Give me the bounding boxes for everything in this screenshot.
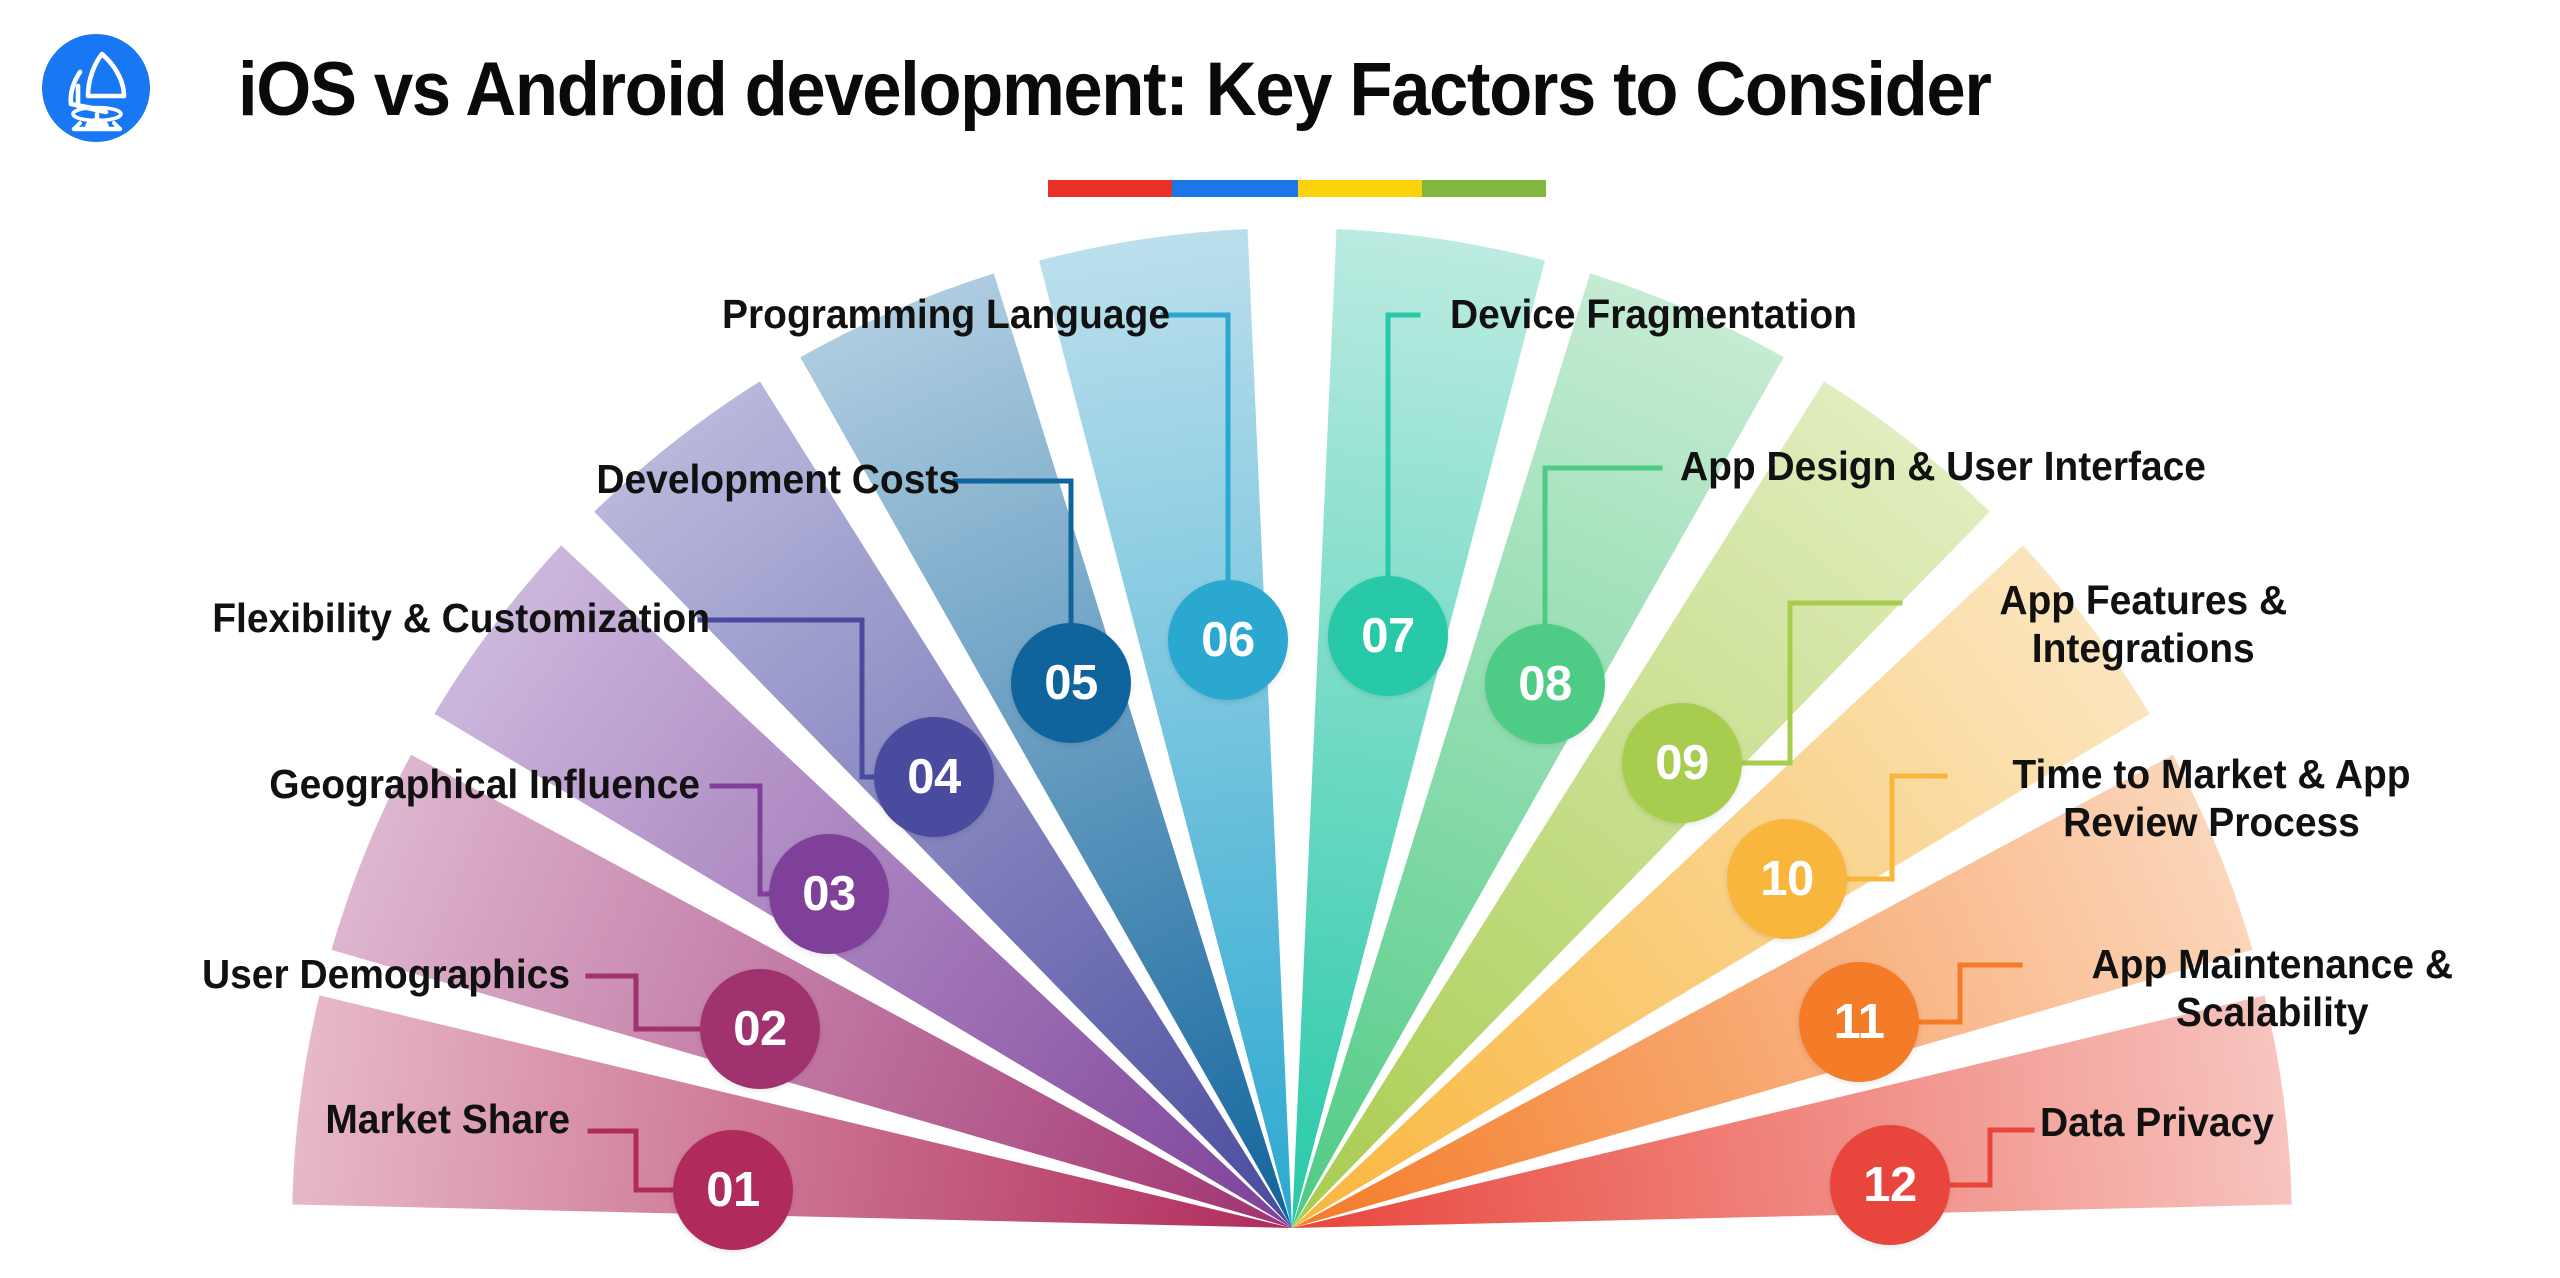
number-circle-02[interactable]: 02	[700, 969, 820, 1089]
number-circle-03[interactable]: 03	[769, 834, 889, 954]
fan-rays	[292, 228, 2292, 1228]
number-circle-08[interactable]: 08	[1485, 624, 1605, 744]
number-circle-07[interactable]: 07	[1328, 576, 1448, 696]
factor-label-03[interactable]: Geographical Influence	[83, 760, 700, 808]
number-circle-12[interactable]: 12	[1830, 1125, 1950, 1245]
factor-label-09[interactable]: App Features & Integrations	[1920, 576, 2367, 672]
number-circle-label: 02	[733, 1002, 787, 1056]
number-circle-label: 09	[1655, 736, 1709, 790]
factor-label-06[interactable]: Programming Language	[467, 290, 1170, 338]
number-circle-06[interactable]: 06	[1168, 580, 1288, 700]
number-circle-04[interactable]: 04	[874, 717, 994, 837]
factor-label-08[interactable]: App Design & User Interface	[1680, 442, 2402, 490]
factor-label-11[interactable]: App Maintenance & Scalability	[2030, 940, 2515, 1036]
number-circle-label: 11	[1833, 995, 1885, 1049]
factor-label-05[interactable]: Development Costs	[352, 455, 960, 503]
factor-label-12[interactable]: Data Privacy	[2040, 1098, 2439, 1146]
factor-label-10[interactable]: Time to Market & App Review Process	[1955, 750, 2468, 846]
number-circle-05[interactable]: 05	[1011, 623, 1131, 743]
number-circle-10[interactable]: 10	[1727, 819, 1847, 939]
number-circle-label: 01	[706, 1163, 760, 1217]
factor-label-01[interactable]: Market Share	[190, 1095, 570, 1143]
factor-label-07[interactable]: Device Fragmentation	[1450, 290, 2115, 338]
number-circle-label: 10	[1760, 852, 1814, 906]
number-circle-label: 05	[1044, 656, 1098, 710]
factor-label-04[interactable]: Flexibility & Customization	[45, 594, 710, 642]
number-circle-11[interactable]: 11	[1799, 962, 1919, 1082]
number-circle-01[interactable]: 01	[673, 1130, 793, 1250]
number-circle-label: 06	[1201, 613, 1255, 667]
number-circle-label: 04	[907, 750, 961, 804]
number-circle-label: 07	[1361, 609, 1415, 663]
number-circle-label: 12	[1863, 1158, 1917, 1212]
number-circle-label: 08	[1518, 657, 1572, 711]
infographic-canvas: iOS vs Android development: Key Factors …	[0, 0, 2560, 1278]
factor-label-02[interactable]: User Demographics	[95, 950, 570, 998]
number-circle-09[interactable]: 09	[1622, 703, 1742, 823]
number-circle-label: 03	[802, 867, 856, 921]
